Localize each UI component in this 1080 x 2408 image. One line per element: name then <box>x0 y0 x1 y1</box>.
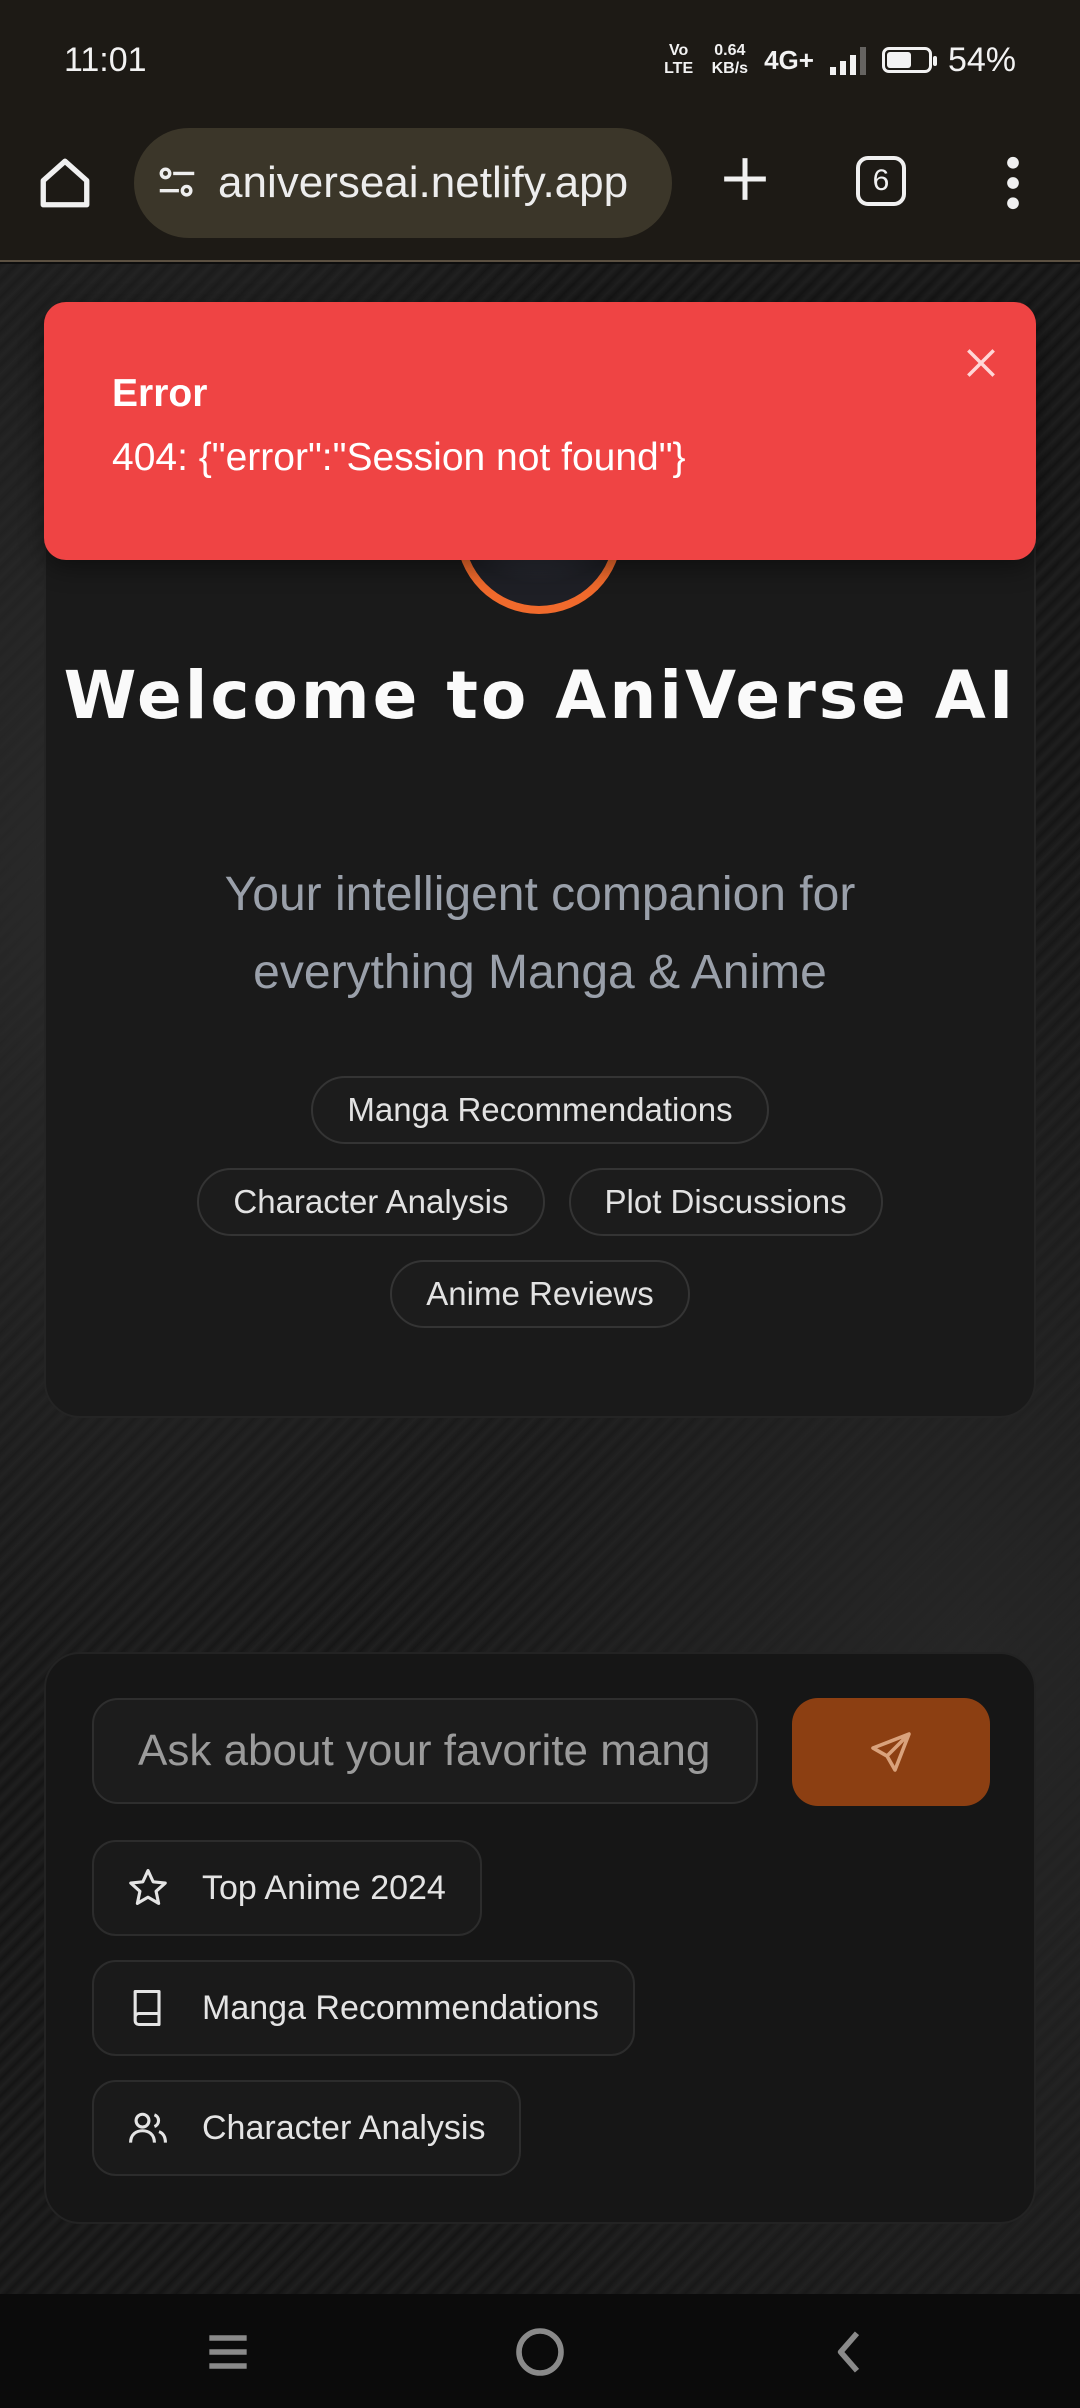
battery-percent: 54% <box>947 40 1016 79</box>
error-toast: Error 404: {"error":"Session not found"} <box>44 302 1036 560</box>
book-icon <box>133 1989 161 2027</box>
status-time: 11:01 <box>64 40 147 79</box>
welcome-subtitle: Your intelligent companion for everythin… <box>224 868 856 999</box>
topic-chips: Manga Recommendations Character Analysis… <box>44 1076 1036 1352</box>
network-speed-value: 0.64 <box>714 42 746 59</box>
quick-action-top-anime[interactable]: Top Anime 2024 <box>92 1840 482 1936</box>
system-navigation-bar <box>0 2294 1080 2408</box>
more-menu-icon[interactable] <box>1002 156 1024 210</box>
network-speed-unit: KB/s <box>711 60 749 77</box>
quick-action-label: Manga Recommendations <box>202 1988 599 2027</box>
new-tab-icon[interactable] <box>720 154 770 204</box>
home-nav-icon[interactable] <box>512 2324 568 2380</box>
star-icon <box>129 1869 167 1905</box>
url-text: aniverseai.netlify.app <box>218 158 629 207</box>
battery-icon <box>881 47 937 73</box>
tab-count: 6 <box>872 164 890 197</box>
toast-title: Error <box>112 372 208 415</box>
tab-switcher-button[interactable]: 6 <box>856 156 906 206</box>
network-speed: 0.64 KB/s <box>712 42 748 78</box>
quick-action-label: Top Anime 2024 <box>202 1868 446 1907</box>
welcome-title: Welcome to AniVerse AI <box>63 657 1017 734</box>
back-icon[interactable] <box>822 2324 878 2380</box>
quick-action-manga-recommendations[interactable]: Manga Recommendations <box>92 1960 635 2056</box>
home-icon[interactable] <box>36 154 94 212</box>
signal-icon <box>829 45 866 75</box>
site-settings-icon[interactable] <box>154 160 200 206</box>
chip-character-analysis[interactable]: Character Analysis <box>197 1168 545 1236</box>
send-button[interactable] <box>792 1698 990 1806</box>
chip-anime-reviews[interactable]: Anime Reviews <box>390 1260 690 1328</box>
address-bar[interactable]: aniverseai.netlify.app <box>134 128 672 238</box>
status-bar: 11:01 Vo LTE 0.64 KB/s 4G+ 54% <box>0 0 1080 120</box>
chip-plot-discussions[interactable]: Plot Discussions <box>568 1168 883 1236</box>
recent-apps-icon[interactable] <box>200 2324 256 2380</box>
close-icon[interactable] <box>962 344 1000 382</box>
quick-action-character-analysis[interactable]: Character Analysis <box>92 2080 522 2176</box>
toast-message: 404: {"error":"Session not found"} <box>112 436 686 479</box>
chat-input[interactable] <box>92 1698 758 1804</box>
browser-toolbar: aniverseai.netlify.app 6 <box>0 120 1080 262</box>
chip-manga-recommendations[interactable]: Manga Recommendations <box>311 1076 769 1144</box>
send-icon <box>871 1732 911 1772</box>
volte-indicator: Vo LTE <box>664 42 694 77</box>
quick-action-label: Character Analysis <box>202 2108 486 2147</box>
battery-fill <box>886 52 911 68</box>
status-indicators: Vo LTE 0.64 KB/s 4G+ 54% <box>662 41 1016 80</box>
users-icon <box>129 2112 167 2143</box>
chat-panel: Top Anime 2024 Manga Recommendations Cha… <box>44 1652 1036 2224</box>
network-type: 4G+ <box>764 44 814 75</box>
